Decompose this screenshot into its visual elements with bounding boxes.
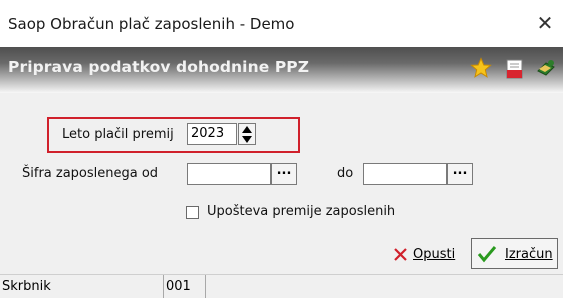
form-title: Priprava podatkov dohodnine PPZ bbox=[8, 58, 310, 76]
form-header: Priprava podatkov dohodnine PPZ bbox=[0, 47, 563, 93]
cancel-button[interactable]: Opusti bbox=[393, 241, 467, 268]
run-program-icon[interactable] bbox=[535, 57, 557, 79]
calculate-button-label: Izračun bbox=[505, 247, 553, 262]
year-input[interactable]: 2023 bbox=[187, 123, 237, 145]
employee-from-label: Šifra zaposlenega od bbox=[22, 166, 159, 181]
pdf-document-icon[interactable] bbox=[504, 58, 526, 80]
status-user: Skrbnik bbox=[0, 275, 164, 298]
consider-premiums-label: Upošteva premije zaposlenih bbox=[207, 204, 396, 219]
status-company-code: 001 bbox=[164, 275, 206, 298]
star-icon[interactable] bbox=[470, 57, 492, 79]
window-title: Saop Obračun plač zaposlenih - Demo bbox=[8, 15, 295, 33]
calculate-button[interactable]: Izračun bbox=[471, 238, 558, 269]
spin-down-icon[interactable] bbox=[241, 135, 253, 144]
cancel-x-icon bbox=[394, 248, 407, 261]
title-bar: Saop Obračun plač zaposlenih - Demo ✕ bbox=[0, 0, 563, 47]
close-button[interactable]: ✕ bbox=[532, 10, 558, 36]
employee-to-input[interactable] bbox=[363, 163, 447, 185]
employee-to-label: do bbox=[337, 166, 354, 181]
consider-premiums-checkbox[interactable] bbox=[186, 206, 199, 219]
employee-to-lookup-button[interactable]: ... bbox=[447, 163, 473, 185]
year-spinner[interactable] bbox=[238, 123, 256, 145]
status-bar: Skrbnik 001 bbox=[0, 274, 563, 298]
year-label: Leto plačil premij bbox=[62, 127, 174, 142]
cancel-button-label: Opusti bbox=[413, 247, 456, 262]
employee-from-lookup-button[interactable]: ... bbox=[271, 163, 297, 185]
employee-from-input[interactable] bbox=[187, 163, 271, 185]
checkmark-icon bbox=[477, 246, 497, 263]
spin-up-icon[interactable] bbox=[241, 125, 253, 134]
